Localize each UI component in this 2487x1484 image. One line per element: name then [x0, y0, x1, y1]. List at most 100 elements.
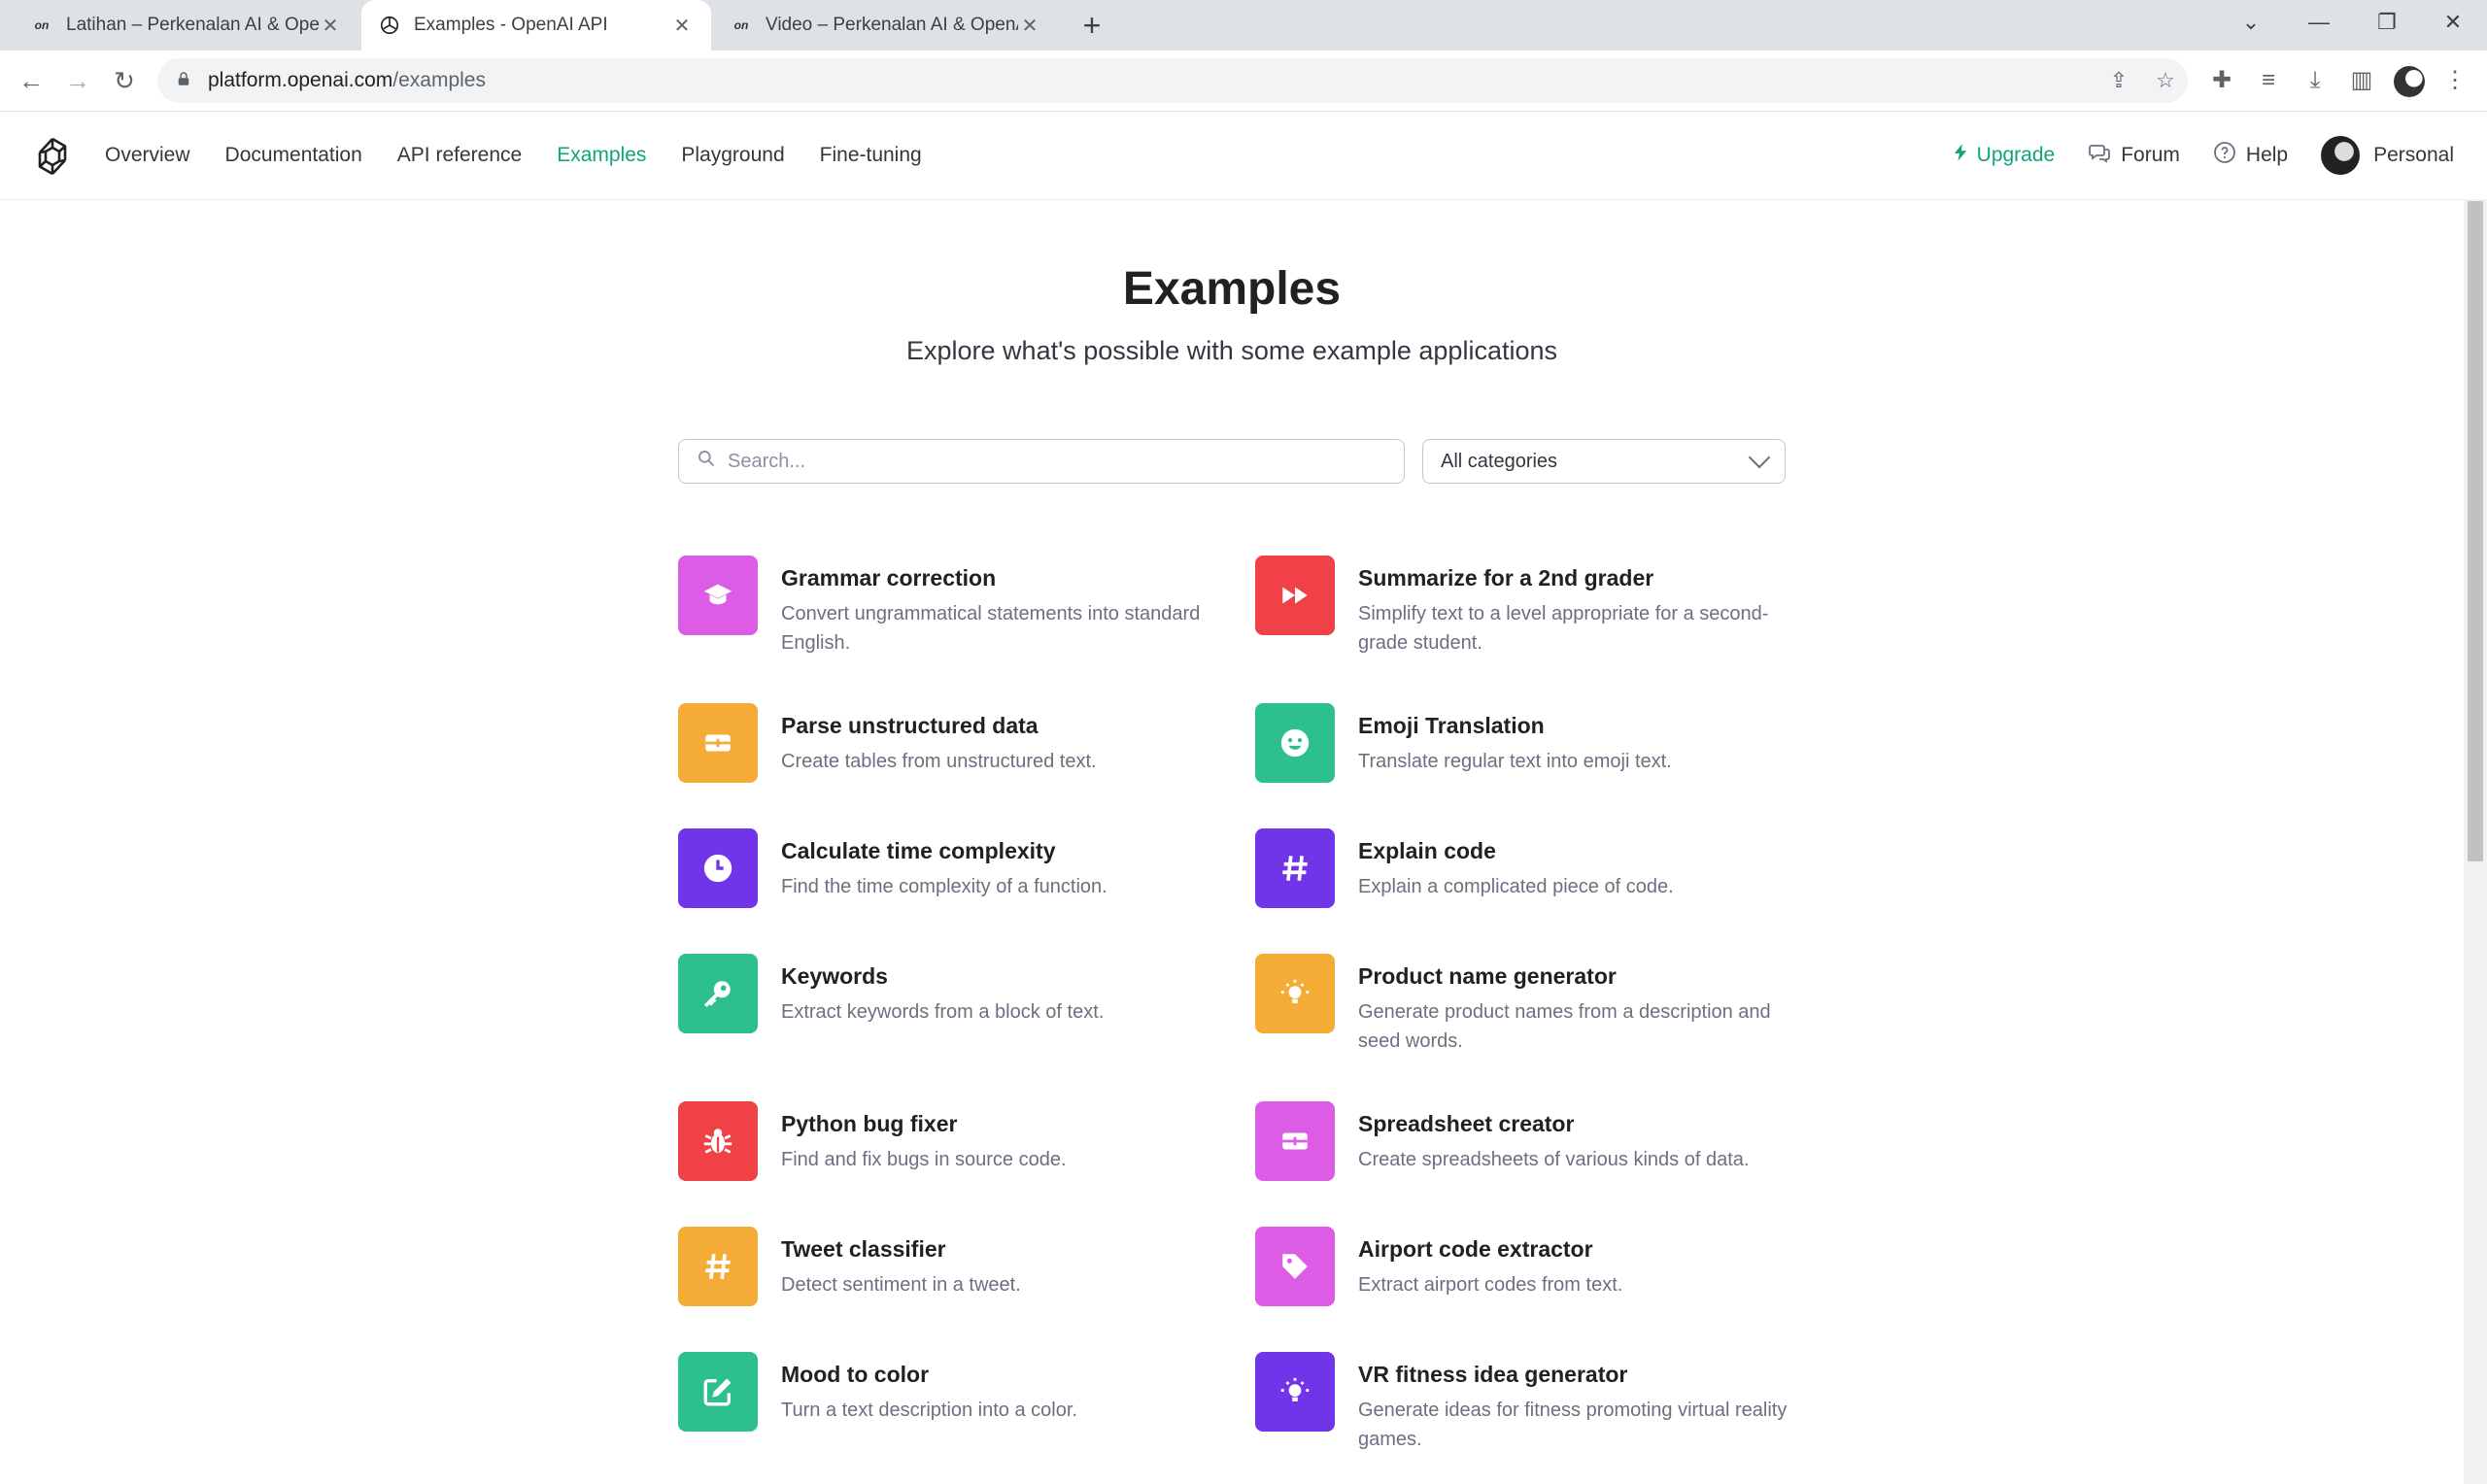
example-card-tweet-classifier[interactable]: Tweet classifier Detect sentiment in a t…: [678, 1227, 1222, 1306]
share-icon[interactable]: ⇪: [2106, 68, 2131, 93]
example-card-airport-code-extractor[interactable]: Airport code extractor Extract airport c…: [1255, 1227, 1799, 1306]
close-tab-icon[interactable]: ✕: [319, 14, 342, 38]
question-circle-icon: [2213, 141, 2236, 170]
help-link[interactable]: Help: [2213, 141, 2288, 170]
scrollbar-thumb[interactable]: [2468, 201, 2483, 861]
nav-documentation[interactable]: Documentation: [225, 144, 362, 167]
graduation-cap-icon: [703, 584, 732, 605]
example-title: Airport code extractor: [1358, 1236, 1593, 1262]
example-card-time-complexity[interactable]: Calculate time complexity Find the time …: [678, 828, 1222, 908]
account-menu[interactable]: Personal: [2321, 136, 2454, 175]
example-description: Convert ungrammatical statements into st…: [781, 603, 1201, 654]
table-icon: [705, 734, 731, 752]
nav-api-reference[interactable]: API reference: [397, 144, 522, 167]
example-icon-box: [678, 828, 758, 908]
example-card-summarize-2nd-grader[interactable]: Summarize for a 2nd grader Simplify text…: [1255, 556, 1799, 658]
back-arrow-icon[interactable]: ←: [14, 63, 49, 98]
main-nav: Overview Documentation API reference Exa…: [105, 112, 957, 199]
nav-fine-tuning[interactable]: Fine-tuning: [820, 144, 922, 167]
example-icon-box: [678, 556, 758, 635]
close-tab-icon[interactable]: ✕: [670, 14, 694, 38]
category-select-value: All categories: [1441, 450, 1558, 472]
minimize-icon[interactable]: —: [2285, 0, 2353, 45]
example-description: Extract airport codes from text.: [1358, 1274, 1623, 1296]
on-favicon-icon: on: [733, 18, 749, 32]
clock-icon: [703, 854, 732, 883]
reload-icon[interactable]: ↻: [107, 63, 142, 98]
browser-tab-examples[interactable]: Examples - OpenAI API ✕: [361, 0, 711, 51]
download-icon[interactable]: ⤓: [2297, 62, 2334, 99]
on-favicon-icon: on: [34, 18, 50, 32]
bug-icon: [703, 1129, 732, 1154]
example-card-grammar-correction[interactable]: Grammar correction Convert ungrammatical…: [678, 556, 1222, 658]
example-icon-box: [1255, 1227, 1335, 1306]
example-card-python-bug-fixer[interactable]: Python bug fixer Find and fix bugs in so…: [678, 1101, 1222, 1181]
forum-link[interactable]: Forum: [2088, 141, 2180, 170]
example-card-vr-fitness-idea-generator[interactable]: VR fitness idea generator Generate ideas…: [1255, 1352, 1799, 1454]
example-title: Mood to color: [781, 1362, 930, 1387]
example-title: Summarize for a 2nd grader: [1358, 565, 1654, 590]
browser-tab-video[interactable]: on Video – Perkenalan AI & OpenAI ✕: [713, 0, 1059, 51]
page-subtitle: Explore what's possible with some exampl…: [906, 336, 1557, 365]
forum-label: Forum: [2121, 144, 2180, 166]
browser-profile-avatar[interactable]: [2394, 66, 2425, 97]
example-title: Explain code: [1358, 838, 1496, 863]
search-box[interactable]: [678, 439, 1405, 484]
nav-playground[interactable]: Playground: [681, 144, 784, 167]
openai-logo-icon[interactable]: [31, 135, 74, 178]
example-icon-box: [1255, 556, 1335, 635]
example-description: Find the time complexity of a function.: [781, 876, 1107, 897]
page-scrollbar[interactable]: [2464, 199, 2487, 1484]
example-description: Explain a complicated piece of code.: [1358, 876, 1674, 897]
example-icon-box: [1255, 1101, 1335, 1181]
hashtag-icon: [705, 1254, 731, 1279]
lightbulb-icon: [1280, 1377, 1310, 1401]
upgrade-link[interactable]: Upgrade: [1954, 143, 2056, 168]
example-card-spreadsheet-creator[interactable]: Spreadsheet creator Create spreadsheets …: [1255, 1101, 1799, 1181]
extensions-puzzle-icon[interactable]: ✚: [2203, 62, 2240, 99]
category-select[interactable]: All categories: [1422, 439, 1786, 484]
example-card-keywords[interactable]: Keywords Extract keywords from a block o…: [678, 954, 1222, 1033]
example-card-product-name-generator[interactable]: Product name generator Generate product …: [1255, 954, 1799, 1056]
nav-examples[interactable]: Examples: [557, 144, 646, 167]
example-card-emoji-translation[interactable]: Emoji Translation Translate regular text…: [1255, 703, 1799, 783]
browser-menu-icon[interactable]: ⋮: [2436, 62, 2473, 99]
example-title: Spreadsheet creator: [1358, 1111, 1575, 1136]
tag-icon: [1282, 1254, 1308, 1279]
tab-title: Examples - OpenAI API: [414, 15, 608, 35]
account-label: Personal: [2373, 144, 2454, 166]
example-title: Grammar correction: [781, 565, 997, 590]
search-icon: [697, 449, 718, 474]
example-description: Generate product names from a descriptio…: [1358, 1001, 1771, 1052]
forward-arrow-icon[interactable]: →: [60, 63, 95, 98]
example-description: Create spreadsheets of various kinds of …: [1358, 1149, 1750, 1170]
tab-search-icon[interactable]: ⌄: [2217, 0, 2285, 45]
example-description: Simplify text to a level appropriate for…: [1358, 603, 1769, 654]
example-icon-box: [1255, 954, 1335, 1033]
side-panel-icon[interactable]: ▥: [2343, 62, 2380, 99]
example-icon-box: [1255, 703, 1335, 783]
table-icon: [1282, 1132, 1308, 1150]
bookmark-star-icon[interactable]: ☆: [2153, 68, 2178, 93]
avatar: [2321, 136, 2361, 175]
restore-icon[interactable]: ❐: [2353, 0, 2421, 45]
example-title: Calculate time complexity: [781, 838, 1056, 863]
example-icon-box: [678, 954, 758, 1033]
new-tab-button[interactable]: +: [1074, 8, 1109, 43]
example-card-parse-unstructured-data[interactable]: Parse unstructured data Create tables fr…: [678, 703, 1222, 783]
upgrade-label: Upgrade: [1976, 144, 2056, 166]
example-description: Extract keywords from a block of text.: [781, 1001, 1105, 1023]
example-title: Python bug fixer: [781, 1111, 958, 1136]
example-card-mood-to-color[interactable]: Mood to color Turn a text description in…: [678, 1352, 1222, 1432]
media-control-icon[interactable]: ≡: [2250, 62, 2287, 99]
close-tab-icon[interactable]: ✕: [1018, 14, 1041, 38]
example-description: Create tables from unstructured text.: [781, 751, 1097, 772]
example-card-explain-code[interactable]: Explain code Explain a complicated piece…: [1255, 828, 1799, 908]
browser-tab-latihan[interactable]: on Latihan – Perkenalan AI & OpenAI ✕: [14, 0, 359, 51]
example-icon-box: [1255, 828, 1335, 908]
hashtag-icon: [1282, 856, 1308, 881]
address-bar[interactable]: platform.openai.com/examples ⇪ ☆: [157, 58, 2188, 103]
search-input[interactable]: [726, 449, 1390, 474]
nav-overview[interactable]: Overview: [105, 144, 190, 167]
close-window-icon[interactable]: ✕: [2419, 0, 2487, 45]
